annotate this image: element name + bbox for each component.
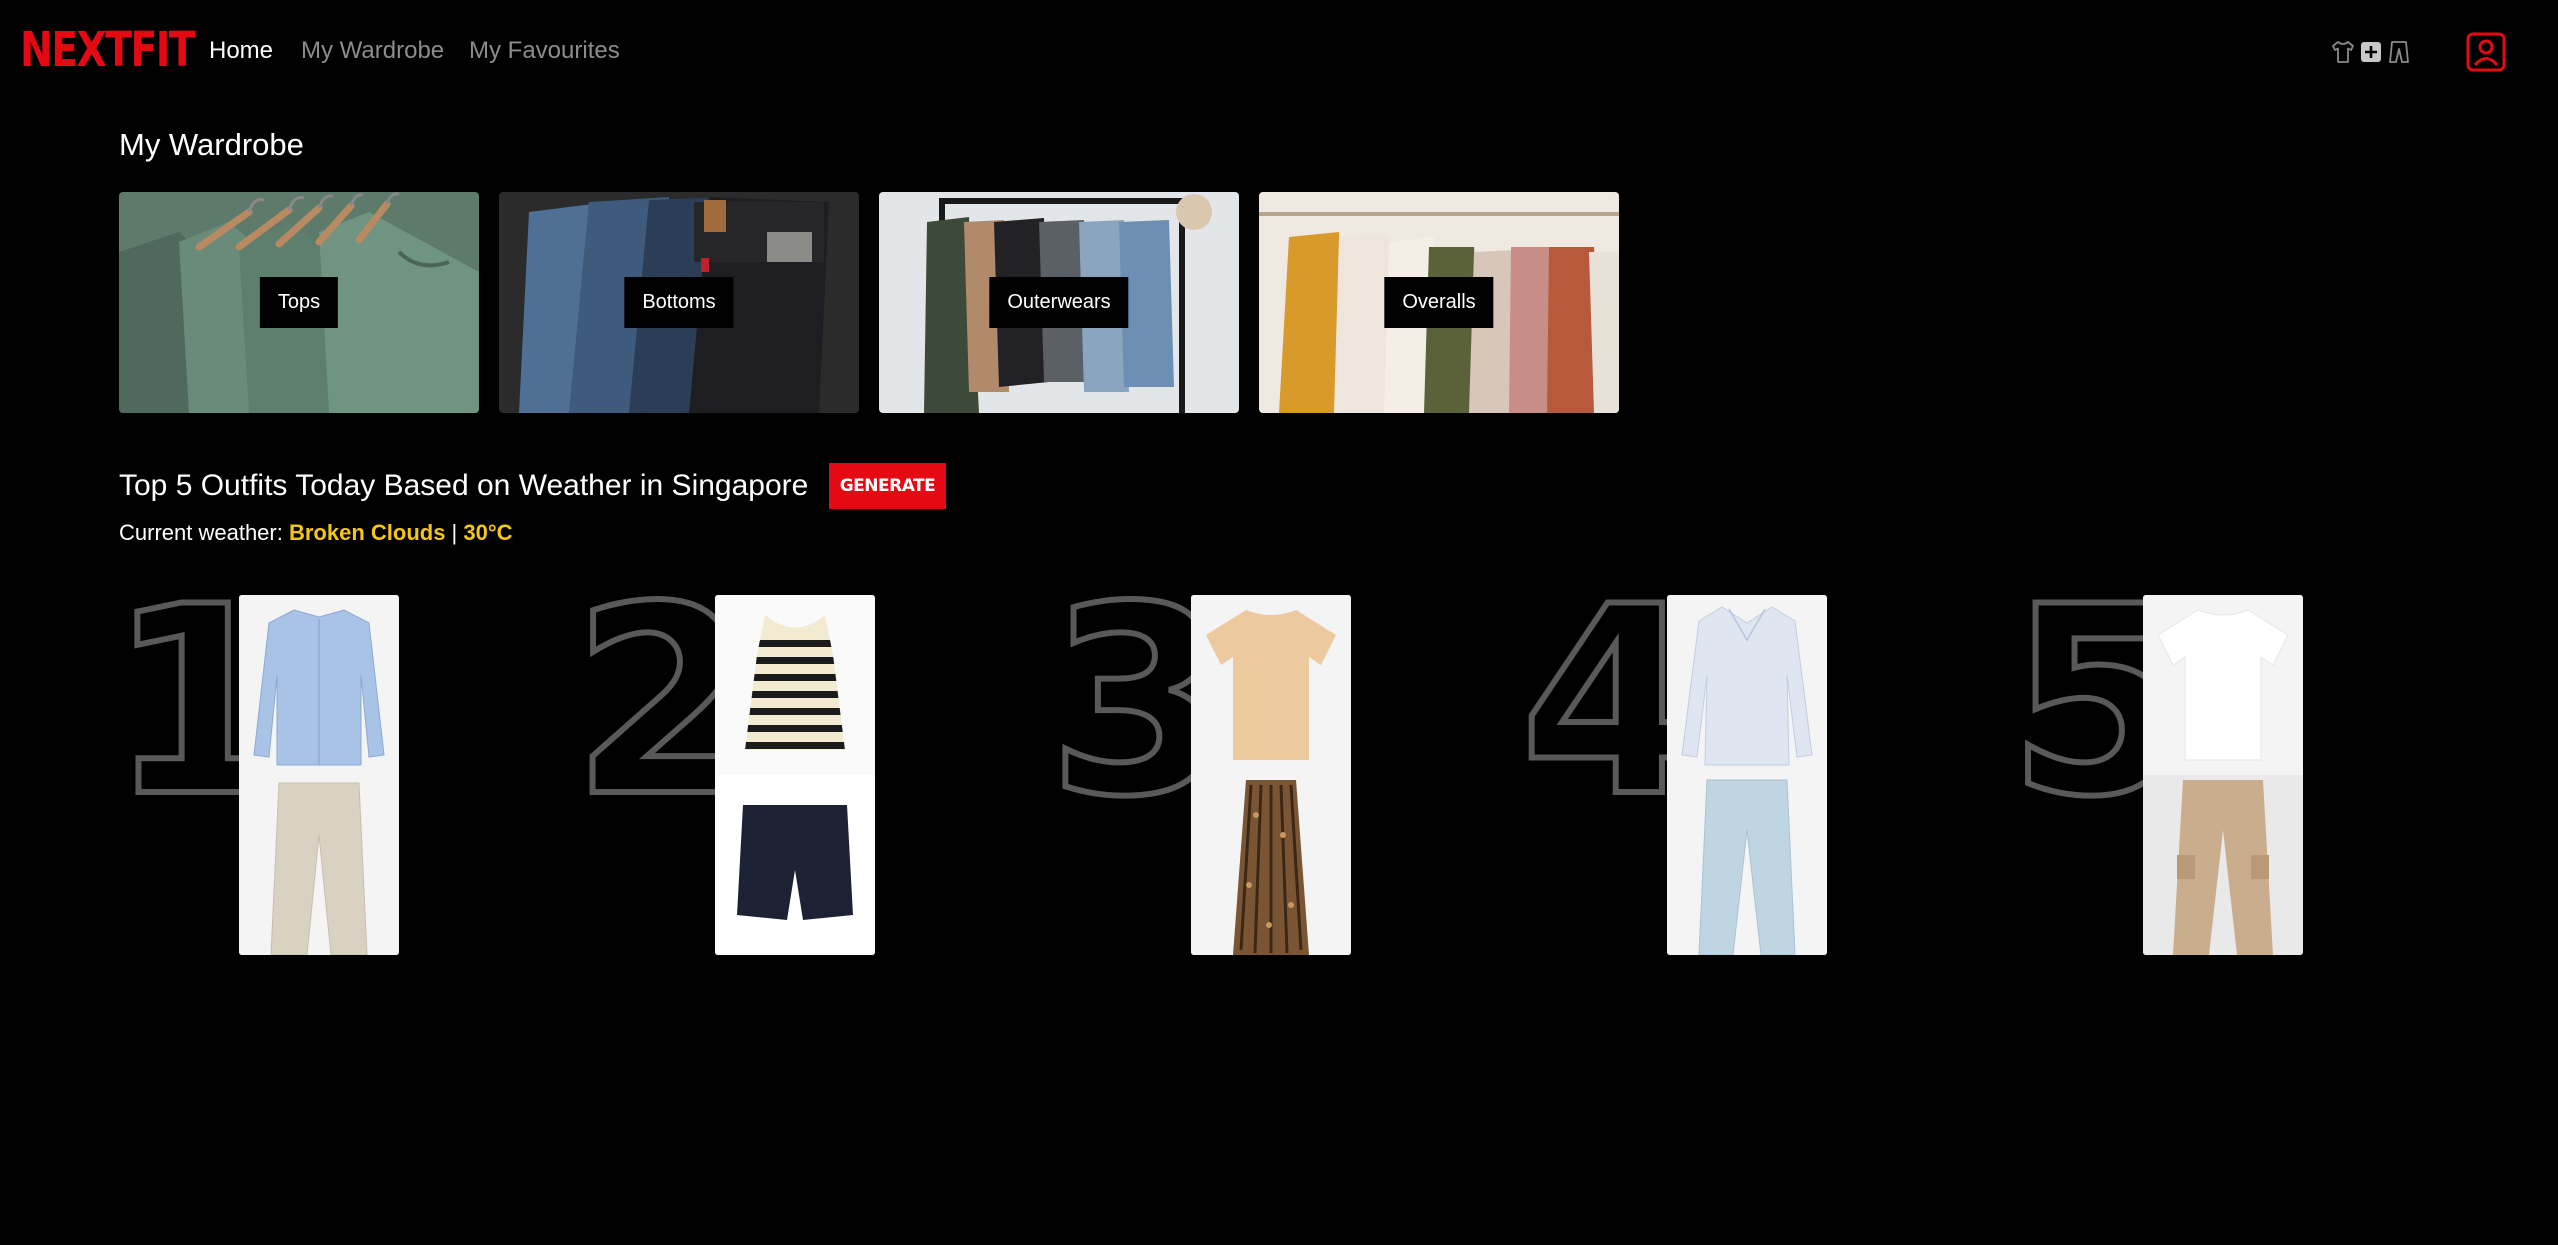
weather-condition: Broken Clouds <box>288 520 446 545</box>
generate-button[interactable]: GENERATE <box>829 463 946 509</box>
nextfit-logo[interactable]: NEXTFIT <box>20 22 196 78</box>
outfit-5-bottom-image <box>2143 775 2303 955</box>
outfit-1-top-image <box>239 595 399 775</box>
top-navbar: NEXTFIT Home My Wardrobe My Favourites <box>0 0 2558 104</box>
outfit-2-top-image <box>715 595 875 775</box>
outfit-4-top-image <box>1667 595 1827 775</box>
outfit-card-1[interactable] <box>239 595 399 955</box>
outfit-card-2[interactable] <box>715 595 875 955</box>
pants-icon[interactable] <box>2386 39 2412 65</box>
weather-prefix: Current weather: <box>119 520 289 545</box>
nav-link-home[interactable]: Home <box>209 34 273 68</box>
outfit-5-top-image <box>2143 595 2303 775</box>
category-label-bottoms: Bottoms <box>624 277 734 328</box>
outfit-3-bottom-image <box>1191 775 1351 955</box>
nav-icon-group <box>2330 34 2412 70</box>
category-card-overalls[interactable]: Overalls <box>1259 192 1619 413</box>
category-card-tops[interactable]: Tops <box>119 192 479 413</box>
category-card-bottoms[interactable]: Bottoms <box>499 192 859 413</box>
outfit-2-bottom-image <box>715 775 875 955</box>
outfit-card-5[interactable] <box>2143 595 2303 955</box>
category-label-overalls: Overalls <box>1384 277 1494 328</box>
outfit-1-bottom-image <box>239 775 399 955</box>
category-label-tops: Tops <box>259 277 339 328</box>
outfit-4-bottom-image <box>1667 775 1827 955</box>
nav-link-my-favourites[interactable]: My Favourites <box>469 34 620 68</box>
add-icon[interactable] <box>2360 41 2382 63</box>
outfits-section-title: Top 5 Outfits Today Based on Weather in … <box>119 469 809 502</box>
wardrobe-section-title: My Wardrobe <box>119 127 304 162</box>
weather-separator: | <box>445 520 464 545</box>
category-card-outerwears[interactable]: Outerwears <box>879 192 1239 413</box>
nav-link-my-wardrobe[interactable]: My Wardrobe <box>301 34 444 68</box>
current-weather: Current weather: Broken Clouds | 30°C <box>119 518 513 548</box>
outfit-card-4[interactable] <box>1667 595 1827 955</box>
weather-temperature: 30°C <box>463 520 513 545</box>
tshirt-icon[interactable] <box>2330 39 2356 65</box>
outfit-card-3[interactable] <box>1191 595 1351 955</box>
outfit-3-top-image <box>1191 595 1351 775</box>
category-label-outerwears: Outerwears <box>989 277 1129 328</box>
user-profile-icon[interactable] <box>2466 32 2506 72</box>
